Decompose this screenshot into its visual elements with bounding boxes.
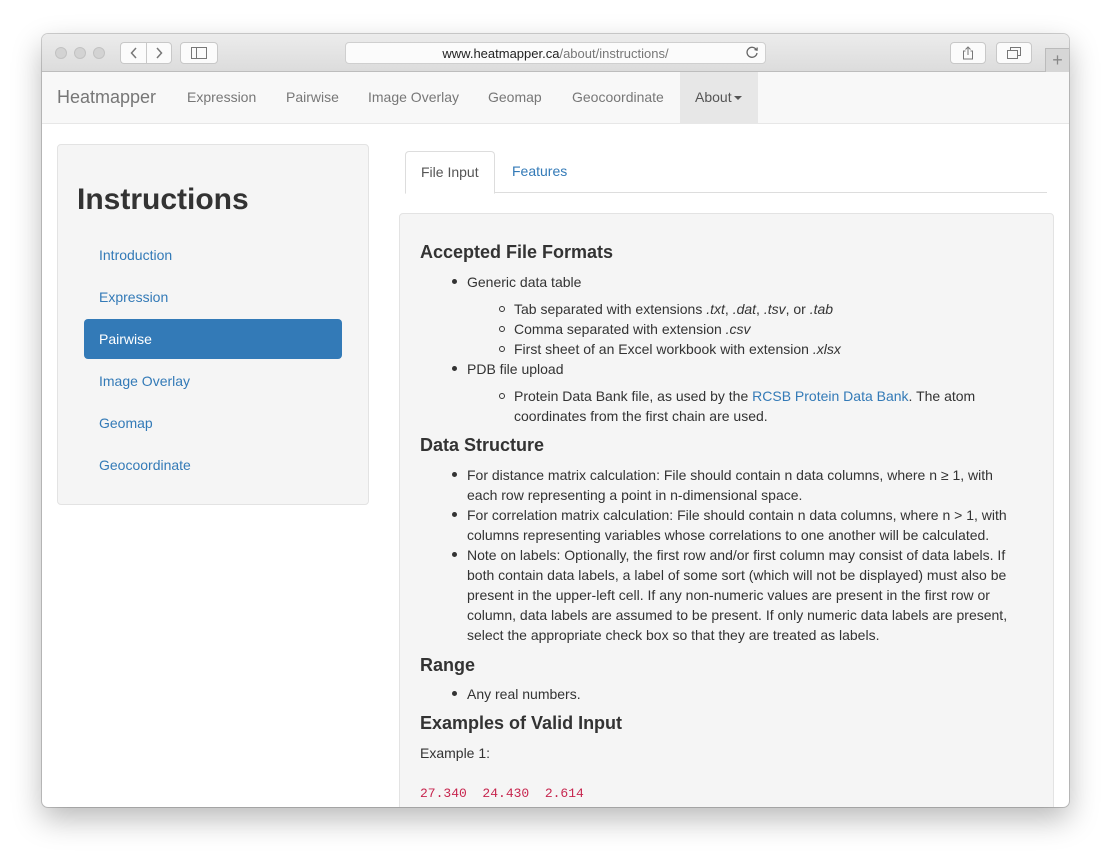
- bullet: [452, 691, 457, 696]
- pdb-detail-text: Protein Data Bank file, as used by the: [514, 388, 753, 404]
- nav-geocoordinate[interactable]: Geocoordinate: [557, 72, 679, 123]
- correlation-matrix-line-2: columns representing variables whose cor…: [467, 527, 990, 543]
- nav-image-overlay[interactable]: Image Overlay: [353, 72, 474, 123]
- list-item-excel: First sheet of an Excel workbook with ex…: [514, 339, 841, 359]
- distance-matrix-line-1: For distance matrix calculation: File sh…: [467, 467, 993, 483]
- labels-note-line-2: both contain data labels, a label of som…: [467, 567, 1007, 583]
- chevron-right-icon: [156, 47, 163, 59]
- tabs-icon: [1007, 47, 1021, 59]
- nav-pairwise[interactable]: Pairwise: [271, 72, 354, 123]
- back-button[interactable]: [120, 42, 146, 64]
- list-item-pdb-detail: Protein Data Bank file, as used by the R…: [514, 386, 975, 406]
- bullet: [452, 512, 457, 517]
- bullet: [452, 552, 457, 557]
- ext-tsv: .tsv: [763, 301, 786, 317]
- site-navbar: Heatmapper Expression Pairwise Image Ove…: [42, 72, 1069, 124]
- separator: ,: [756, 301, 764, 317]
- list-item-generic-table: Generic data table: [467, 274, 582, 290]
- sidebar-icon: [191, 47, 207, 59]
- bullet: [452, 279, 457, 284]
- minimize-window-button[interactable]: [74, 47, 86, 59]
- reload-icon[interactable]: [746, 46, 759, 62]
- url-path: /about/instructions/: [559, 45, 669, 61]
- new-tab-button[interactable]: +: [1045, 48, 1069, 72]
- url-domain: www.heatmapper.ca: [442, 45, 560, 61]
- labels-note-line-5: select the appropriate check box so that…: [467, 627, 880, 643]
- tab-file-input[interactable]: File Input: [405, 151, 495, 194]
- plus-icon: +: [1052, 50, 1063, 70]
- nav-about-label: About: [695, 89, 732, 105]
- distance-matrix-line-2: each row representing a point in n-dimen…: [467, 487, 803, 503]
- browser-window: www.heatmapper.ca/about/instructions/ + …: [42, 34, 1069, 807]
- tab-features[interactable]: Features: [497, 151, 582, 193]
- sub-bullet: [499, 326, 505, 332]
- sub-bullet: [499, 306, 505, 312]
- labels-note-line-3: present in the upper-left cell. If any n…: [467, 587, 990, 603]
- title-bar: www.heatmapper.ca/about/instructions/ +: [42, 34, 1069, 72]
- sidebar-item-image-overlay[interactable]: Image Overlay: [84, 361, 342, 401]
- heading-accepted-file-formats: Accepted File Formats: [420, 242, 614, 262]
- nav-about-dropdown[interactable]: About: [680, 72, 758, 123]
- content-tabs: File Input Features: [405, 151, 1047, 194]
- sidebar-item-expression[interactable]: Expression: [84, 277, 342, 317]
- list-item-comma-separated: Comma separated with extension .csv: [514, 319, 751, 339]
- share-icon: [963, 46, 973, 60]
- heading-data-structure: Data Structure: [420, 435, 545, 455]
- close-window-button[interactable]: [55, 47, 67, 59]
- sidebar-item-pairwise[interactable]: Pairwise: [84, 319, 342, 359]
- comma-separated-text: Comma separated with extension: [514, 321, 726, 337]
- correlation-matrix-line-1: For correlation matrix calculation: File…: [467, 507, 1007, 523]
- nav-geomap[interactable]: Geomap: [473, 72, 557, 123]
- sidebar-item-introduction[interactable]: Introduction: [84, 235, 342, 275]
- sidebar-item-geomap[interactable]: Geomap: [84, 403, 342, 443]
- nav-expression[interactable]: Expression: [172, 72, 271, 123]
- instructions-sidebar: Instructions Introduction Expression Pai…: [57, 144, 369, 505]
- sub-bullet: [499, 393, 505, 399]
- pdb-detail-suffix: . The atom: [908, 388, 976, 404]
- forward-button[interactable]: [146, 42, 172, 64]
- separator: ,: [724, 301, 733, 317]
- list-item-tab-separated: Tab separated with extensions .txt, .dat…: [514, 299, 833, 319]
- labels-note-line-1: Note on labels: Optionally, the first ro…: [467, 547, 1006, 563]
- ext-dat: .dat: [732, 301, 757, 317]
- address-bar[interactable]: www.heatmapper.ca/about/instructions/: [345, 42, 766, 64]
- tab-separated-text: Tab separated with extensions: [514, 301, 707, 317]
- ext-tab: .tab: [809, 301, 834, 317]
- list-item-pdb: PDB file upload: [467, 361, 564, 377]
- heading-examples: Examples of Valid Input: [420, 713, 623, 733]
- share-button[interactable]: [950, 42, 986, 64]
- history-nav: [120, 42, 172, 64]
- brand-link[interactable]: Heatmapper: [57, 87, 156, 108]
- sub-bullet: [499, 346, 505, 352]
- sidebar-toggle-button[interactable]: [180, 42, 218, 64]
- heading-range: Range: [420, 655, 476, 675]
- pdb-detail-line-2: coordinates from the first chain are use…: [514, 408, 768, 424]
- ext-txt: .txt: [706, 301, 725, 317]
- sidebar-title: Instructions: [77, 183, 249, 216]
- excel-text: First sheet of an Excel workbook with ex…: [514, 341, 813, 357]
- example-1-code: 27.340 24.430 2.614: [420, 786, 584, 801]
- example-1-label: Example 1:: [420, 745, 491, 761]
- zoom-window-button[interactable]: [93, 47, 105, 59]
- range-text: Any real numbers.: [467, 686, 581, 702]
- ext-csv: .csv: [725, 321, 751, 337]
- rcsb-link[interactable]: RCSB Protein Data Bank: [752, 388, 908, 404]
- bullet: [452, 366, 457, 371]
- instructions-content: Accepted File Formats Generic data table…: [399, 213, 1054, 807]
- sidebar-item-geocoordinate[interactable]: Geocoordinate: [84, 445, 342, 485]
- labels-note-line-4: column, data labels are assumed to be pr…: [467, 607, 1008, 623]
- tabs-overview-button[interactable]: [996, 42, 1032, 64]
- bullet: [452, 472, 457, 477]
- caret-down-icon: [733, 96, 742, 101]
- separator: , or: [785, 301, 810, 317]
- ext-xlsx: .xlsx: [812, 341, 841, 357]
- chevron-left-icon: [129, 47, 137, 59]
